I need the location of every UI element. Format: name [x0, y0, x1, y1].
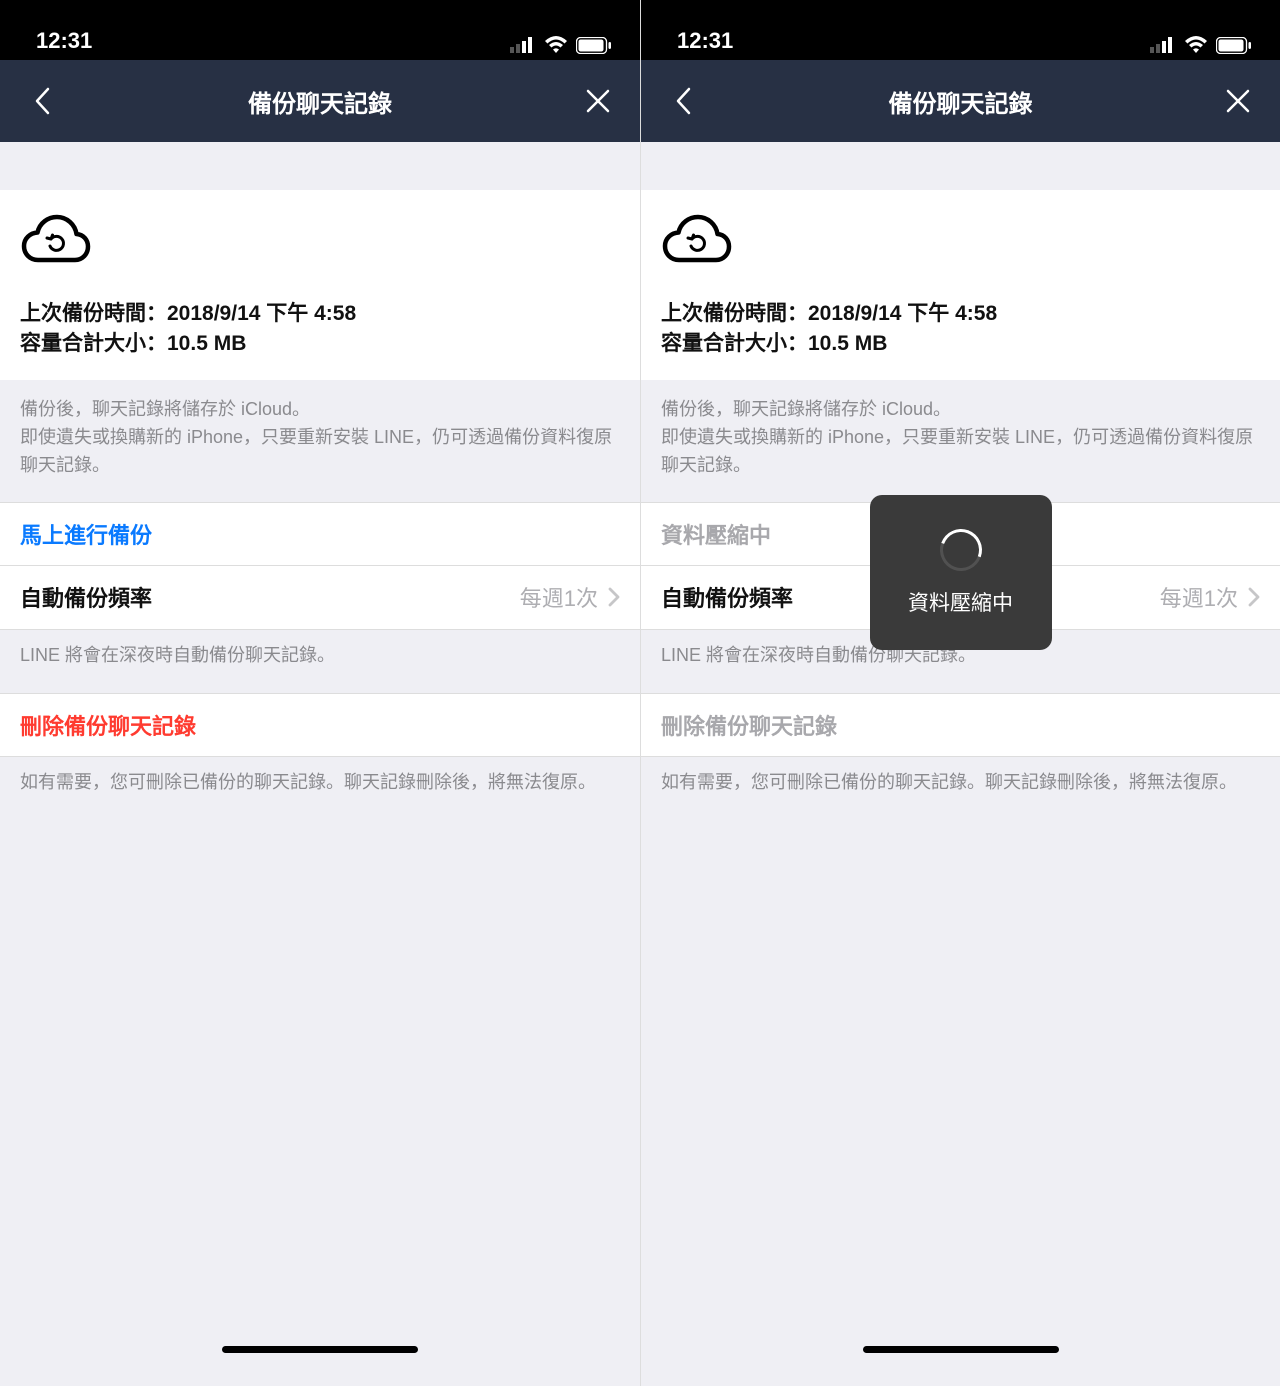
clock-text: 12:31: [36, 28, 92, 54]
delete-backup-button[interactable]: 刪除備份聊天記錄: [0, 693, 640, 757]
total-size-line: 容量合計大小：10.5 MB: [20, 329, 620, 359]
phone-left: 12:31 備份聊天記錄 上次備份時間：2018/9/14 下午 4:58 容量…: [0, 0, 640, 1386]
wifi-icon: [1184, 36, 1208, 54]
navbar: 備份聊天記錄: [0, 60, 640, 142]
cellular-icon: [510, 37, 536, 53]
back-button[interactable]: [663, 86, 703, 116]
info-note: 備份後，聊天記錄將儲存於 iCloud。 即使遺失或換購新的 iPhone，只要…: [641, 380, 1280, 502]
statusbar: 12:31: [641, 0, 1280, 60]
chevron-right-icon: [1248, 587, 1260, 607]
home-indicator: [222, 1346, 418, 1353]
chevron-right-icon: [608, 587, 620, 607]
auto-frequency-value: 每週1次: [1160, 581, 1238, 613]
navbar: 備份聊天記錄: [641, 60, 1280, 142]
total-size-line: 容量合計大小：10.5 MB: [661, 329, 1260, 359]
info-panel: 上次備份時間：2018/9/14 下午 4:58 容量合計大小：10.5 MB: [0, 190, 640, 380]
auto-frequency-value: 每週1次: [520, 581, 598, 613]
battery-icon: [576, 37, 612, 54]
cloud-sync-icon: [20, 214, 620, 269]
close-button[interactable]: [578, 88, 618, 114]
delete-note: 如有需要，您可刪除已備份的聊天記錄。聊天記錄刪除後，將無法復原。: [0, 757, 640, 821]
phone-right: 12:31 備份聊天記錄 上次備份時間：2018/9/14 下午 4:58 容量…: [640, 0, 1280, 1386]
auto-frequency-note: LINE 將會在深夜時自動備份聊天記錄。: [0, 630, 640, 694]
close-button[interactable]: [1218, 88, 1258, 114]
last-backup-line: 上次備份時間：2018/9/14 下午 4:58: [20, 299, 620, 329]
auto-frequency-row[interactable]: 自動備份頻率 每週1次: [0, 566, 640, 630]
info-note: 備份後，聊天記錄將儲存於 iCloud。 即使遺失或換購新的 iPhone，只要…: [0, 380, 640, 502]
battery-icon: [1216, 37, 1252, 54]
back-button[interactable]: [22, 86, 62, 116]
clock-text: 12:31: [677, 28, 733, 54]
page-title: 備份聊天記錄: [62, 84, 578, 119]
wifi-icon: [544, 36, 568, 54]
delete-backup-button-disabled: 刪除備份聊天記錄: [641, 693, 1280, 757]
home-indicator-area: [641, 1326, 1280, 1386]
cloud-sync-icon: [661, 214, 1260, 269]
cellular-icon: [1150, 37, 1176, 53]
home-indicator: [863, 1346, 1059, 1353]
spinner-icon: [933, 522, 989, 578]
home-indicator-area: [0, 1326, 640, 1386]
info-panel: 上次備份時間：2018/9/14 下午 4:58 容量合計大小：10.5 MB: [641, 190, 1280, 380]
progress-toast: 資料壓縮中: [870, 495, 1052, 650]
backup-now-button[interactable]: 馬上進行備份: [0, 502, 640, 566]
last-backup-line: 上次備份時間：2018/9/14 下午 4:58: [661, 299, 1260, 329]
page-title: 備份聊天記錄: [703, 84, 1218, 119]
delete-note: 如有需要，您可刪除已備份的聊天記錄。聊天記錄刪除後，將無法復原。: [641, 757, 1280, 821]
toast-label: 資料壓縮中: [908, 587, 1013, 617]
statusbar: 12:31: [0, 0, 640, 60]
